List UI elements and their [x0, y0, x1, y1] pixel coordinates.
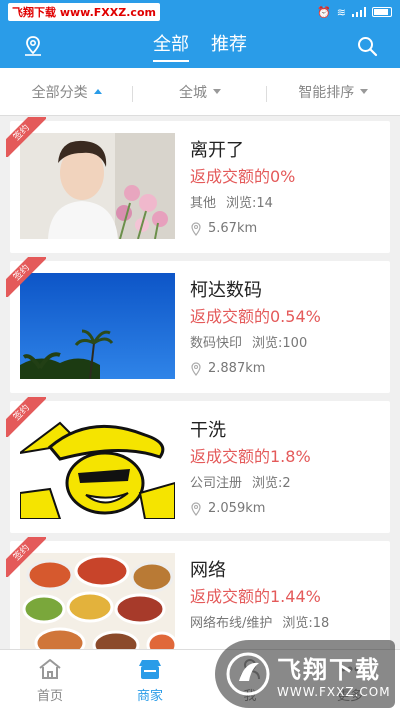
shop-info: 网络 返成交额的1.44% 网络布线/维护 浏览:18: [190, 559, 380, 637]
watermark-title: 飞翔下载: [277, 655, 381, 684]
contract-ribbon: 签约: [6, 117, 46, 157]
ribbon-label: 签约: [6, 117, 46, 157]
nav-home-label: 首页: [36, 689, 63, 704]
filter-category[interactable]: 全部分类: [0, 82, 134, 102]
shop-category: 公司注册: [190, 476, 243, 491]
shop-name: 干洗: [190, 420, 226, 441]
caret-up-icon: [93, 89, 102, 94]
shop-card[interactable]: 签约 干洗 返成交额的1.8% 公司注册 浏览:2 2.059km: [6, 397, 390, 533]
contract-ribbon: 签约: [6, 257, 46, 297]
filter-bar: 全部分类 全城 智能排序: [0, 68, 400, 116]
caret-down-icon: [212, 89, 221, 94]
filter-sort-label: 智能排序: [298, 84, 355, 101]
shop-distance: 2.887km: [208, 361, 266, 376]
location-icon: [191, 502, 201, 516]
shop-meta: 网络布线/维护 浏览:18: [190, 611, 380, 637]
ribbon-label: 签约: [6, 537, 46, 577]
watermark-text: 飞翔下载 WWW.FXXZ.COM: [277, 650, 391, 699]
shop-info: 干洗 返成交额的1.8% 公司注册 浏览:2 2.059km: [190, 419, 380, 521]
shop-rebate: 返成交额的1.8%: [190, 447, 311, 466]
alarm-icon: ⏰: [317, 5, 331, 19]
shop-rebate: 返成交额的1.44%: [190, 587, 321, 606]
shop-distance: 2.059km: [208, 501, 266, 516]
shop-distance: 5.67km: [208, 221, 258, 236]
nav-merchants[interactable]: 商家: [100, 650, 200, 711]
shop-card[interactable]: 签约 离开了 返成交额的0% 其他 浏览:14 5.67km: [6, 117, 390, 253]
contract-ribbon: 签约: [6, 397, 46, 437]
contract-ribbon: 签约: [6, 537, 46, 577]
shop-meta: 公司注册 浏览:2: [190, 471, 380, 497]
watermark-logo-icon: [226, 652, 270, 696]
shop-info: 离开了 返成交额的0% 其他 浏览:14 5.67km: [190, 139, 380, 241]
header-tabs: 全部 推荐: [153, 30, 247, 62]
shop-rebate: 返成交额的0.54%: [190, 307, 321, 326]
watermark-url: WWW.FXXZ.COM: [277, 684, 391, 699]
store-icon: [139, 660, 161, 679]
shop-views: 浏览:100: [252, 336, 308, 351]
shop-name: 网络: [190, 560, 226, 581]
filter-sort[interactable]: 智能排序: [267, 82, 400, 102]
shop-views: 浏览:2: [252, 476, 291, 491]
filter-area[interactable]: 全城: [133, 82, 267, 102]
ribbon-label: 签约: [6, 257, 46, 297]
location-icon: [191, 362, 201, 376]
shop-meta: 其他 浏览:14: [190, 191, 380, 217]
shop-distance-row: 2.059km: [190, 497, 380, 521]
status-bar: 飞翔下载 www.FXXZ.com ⏰ ≋: [0, 0, 400, 24]
watermark-label: 飞翔下载 www.FXXZ.com: [8, 3, 160, 21]
shop-card[interactable]: 签约 柯达数码 返成交额的0.54% 数码快印 浏览:100 2.887km: [6, 257, 390, 393]
location-icon: [191, 222, 201, 236]
shop-distance-row: 2.887km: [190, 357, 380, 381]
shop-views: 浏览:14: [226, 196, 273, 211]
filter-area-label: 全城: [178, 84, 207, 101]
nav-merchants-label: 商家: [136, 689, 163, 704]
search-icon[interactable]: [356, 35, 378, 57]
watermark-badge: 飞翔下载 WWW.FXXZ.COM: [215, 640, 395, 708]
shop-info: 柯达数码 返成交额的0.54% 数码快印 浏览:100 2.887km: [190, 279, 380, 381]
caret-down-icon: [360, 89, 369, 94]
shop-rebate: 返成交额的0%: [190, 167, 296, 186]
shop-views: 浏览:18: [282, 616, 330, 631]
shop-name: 离开了: [190, 140, 244, 161]
shop-meta: 数码快印 浏览:100: [190, 331, 380, 357]
shop-category: 其他: [190, 196, 217, 211]
shop-card[interactable]: 签约 网络 返成交额的1.44% 网络布线/维护 浏览:18: [6, 537, 390, 649]
app-header: 全部 推荐: [0, 24, 400, 68]
home-icon: [39, 659, 61, 679]
tab-all[interactable]: 全部: [153, 30, 189, 62]
ribbon-label: 签约: [6, 397, 46, 437]
signal-icon: [352, 7, 366, 17]
shop-category: 网络布线/维护: [190, 616, 273, 631]
wifi-icon: ≋: [336, 5, 346, 19]
nav-home[interactable]: 首页: [0, 650, 100, 711]
shop-distance-row: 5.67km: [190, 217, 380, 241]
shop-name: 柯达数码: [190, 280, 262, 301]
filter-category-label: 全部分类: [31, 84, 88, 101]
status-icons: ⏰ ≋: [317, 6, 392, 19]
battery-icon: [372, 7, 392, 17]
shop-list: 签约 离开了 返成交额的0% 其他 浏览:14 5.67km 签约 柯达数码 返…: [0, 116, 400, 649]
tab-recommended[interactable]: 推荐: [211, 30, 247, 62]
shop-category: 数码快印: [190, 336, 243, 351]
location-pin-icon[interactable]: [22, 35, 44, 57]
